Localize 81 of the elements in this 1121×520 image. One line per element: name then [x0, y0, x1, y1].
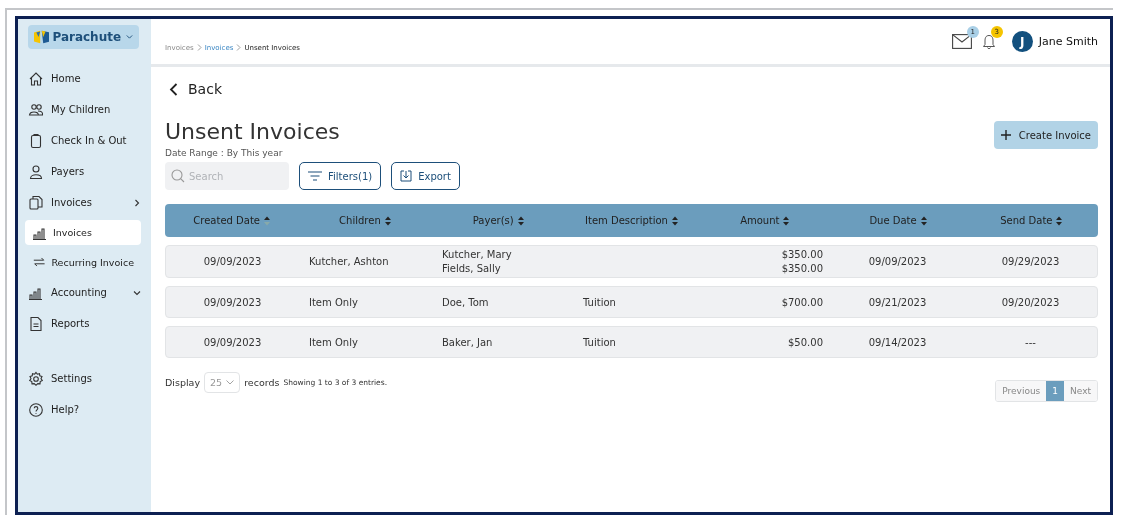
column-header[interactable]: Amount	[740, 215, 780, 226]
sort-icon[interactable]	[1056, 215, 1063, 226]
column-header[interactable]: Send Date	[1000, 215, 1053, 226]
sidebar-item[interactable]: Help?	[18, 394, 151, 425]
settings-icon	[28, 370, 44, 387]
document-icon	[28, 315, 44, 332]
sort-icon[interactable]	[384, 215, 391, 226]
search-field[interactable]: Search	[165, 162, 289, 190]
table-cell: $350.00	[781, 263, 823, 274]
person-icon	[28, 163, 44, 180]
sidebar-item[interactable]: Invoices	[18, 187, 151, 218]
sidebar-item[interactable]: Check In & Out	[18, 125, 151, 156]
display-label: Display	[165, 377, 201, 388]
column-header[interactable]: Created Date	[193, 215, 260, 226]
table-cell: Fields, Sally	[442, 263, 501, 274]
table-cell: 09/09/2023	[203, 296, 262, 308]
mail-icon[interactable]	[951, 34, 972, 49]
chevron-right-icon	[236, 44, 242, 51]
clipboard-icon	[28, 132, 44, 149]
column-header[interactable]: Due Date	[869, 215, 917, 226]
chevron-left-icon	[169, 82, 178, 96]
column-header[interactable]: Payer(s)	[472, 215, 514, 226]
table-cell: $350.00	[781, 249, 823, 260]
table-cell: Tuition	[583, 336, 616, 348]
sort-icon[interactable]	[263, 215, 270, 226]
people-icon	[28, 101, 44, 118]
sidebar-item[interactable]: Accounting	[18, 277, 151, 308]
sidebar-item[interactable]: Payers	[18, 156, 151, 187]
table-cell: Kutcher, Ashton	[309, 256, 389, 267]
table-cell: Doe, Tom	[442, 296, 489, 308]
create-invoice-button[interactable]: Create Invoice	[993, 121, 1098, 149]
table-cell: $700.00	[781, 296, 823, 308]
user-avatar[interactable]: J	[1011, 31, 1033, 52]
table-cell: $50.00	[788, 336, 823, 348]
documents-icon	[28, 194, 44, 211]
plus-icon	[1000, 130, 1011, 140]
table-cell: Item Only	[309, 296, 358, 308]
logo-text: Parachute	[52, 30, 122, 44]
sidebar-item[interactable]: My Children	[18, 94, 151, 125]
sidebar-item[interactable]: Home	[18, 63, 151, 94]
user-name[interactable]: Jane Smith	[1038, 35, 1098, 48]
search-icon	[171, 169, 185, 183]
table-cell: 09/20/2023	[1001, 296, 1060, 308]
table-cell: 09/09/2023	[203, 256, 262, 267]
sidebar-item[interactable]: Reports	[18, 308, 151, 339]
download-icon	[400, 170, 413, 182]
table-cell: 09/21/2023	[868, 296, 927, 308]
table-cell: Kutcher, Mary	[442, 249, 512, 260]
sidebar-item[interactable]: Invoices	[25, 220, 141, 245]
table-cell: Tuition	[583, 296, 616, 308]
sort-icon[interactable]	[517, 215, 524, 226]
records-label: records	[244, 377, 280, 388]
sidebar-item[interactable]: Recurring Invoice	[25, 247, 141, 277]
filters-button[interactable]: Filters(1)	[299, 162, 382, 190]
sort-icon[interactable]	[783, 215, 790, 226]
filter-icon	[308, 171, 322, 181]
help-icon	[28, 401, 44, 418]
table-cell: 09/29/2023	[1001, 256, 1060, 267]
logo-badge[interactable]: Parachute	[28, 25, 139, 49]
page-title: Unsent Invoices	[165, 119, 340, 144]
date-range-text: Date Range : By This year	[165, 148, 284, 158]
export-button[interactable]: Export	[391, 162, 460, 190]
table-cell: Item Only	[309, 336, 358, 348]
sidebar-item[interactable]: Settings	[18, 363, 151, 394]
table-cell: 09/09/2023	[203, 336, 262, 348]
sort-icon[interactable]	[920, 215, 927, 226]
table-cell: Baker, Jan	[442, 336, 493, 348]
pagination-button[interactable]: Next	[1064, 381, 1097, 401]
pagination-button[interactable]: Previous	[996, 381, 1047, 401]
chevron-right-icon	[196, 44, 202, 51]
column-header[interactable]: Item Description	[585, 215, 668, 226]
table-cell: 09/09/2023	[868, 256, 927, 267]
logo-icon	[34, 28, 50, 46]
table-cell: ---	[1025, 336, 1036, 348]
home-icon	[28, 70, 44, 87]
sort-icon[interactable]	[671, 215, 678, 226]
bell-icon[interactable]	[981, 33, 996, 50]
table-cell: 09/14/2023	[868, 336, 927, 348]
chevron-down-icon	[126, 34, 133, 40]
column-header[interactable]: Children	[339, 215, 381, 226]
chevron-down-icon	[226, 380, 235, 385]
